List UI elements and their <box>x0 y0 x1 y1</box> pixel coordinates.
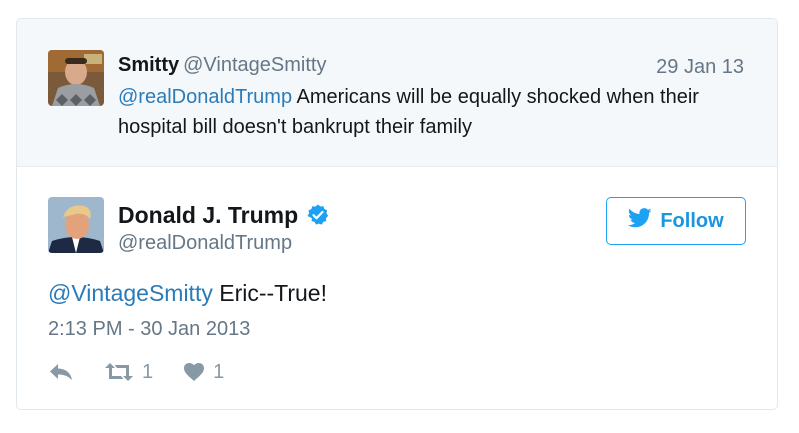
retweet-count: 1 <box>142 360 154 383</box>
parent-author-handle[interactable]: @VintageSmitty <box>183 54 326 76</box>
parent-tweet[interactable]: Smitty @VintageSmitty 29 Jan 13 @realDona… <box>17 19 777 167</box>
main-avatar[interactable] <box>48 197 104 253</box>
parent-author-name[interactable]: Smitty <box>118 54 179 76</box>
like-button[interactable]: 1 <box>183 361 224 384</box>
main-tweet-text: @VintageSmitty Eric--True! <box>48 278 327 308</box>
main-author-name[interactable]: Donald J. Trump <box>118 202 298 229</box>
parent-avatar[interactable] <box>48 50 104 106</box>
twitter-bird-icon <box>628 208 652 234</box>
heart-icon <box>183 362 205 382</box>
follow-button[interactable]: Follow <box>606 197 746 245</box>
retweet-button[interactable]: 1 <box>104 361 153 384</box>
parent-author-line: Smitty @VintageSmitty <box>118 53 326 77</box>
parent-tweet-text: @realDonaldTrump Americans will be equal… <box>118 82 758 142</box>
parent-tweet-date[interactable]: 29 Jan 13 <box>656 55 744 79</box>
like-count: 1 <box>213 360 225 383</box>
reply-icon <box>48 362 74 382</box>
verified-badge-icon <box>306 203 330 227</box>
main-author-handle[interactable]: @realDonaldTrump <box>118 231 292 255</box>
main-tweet-timestamp[interactable]: 2:13 PM - 30 Jan 2013 <box>48 317 250 341</box>
follow-button-label: Follow <box>660 209 724 232</box>
reply-button[interactable] <box>48 362 74 382</box>
main-tweet-body: Eric--True! <box>212 280 327 306</box>
retweet-icon <box>104 362 134 382</box>
tweet-actions: 1 1 <box>48 359 224 385</box>
tweet-card: Smitty @VintageSmitty 29 Jan 13 @realDona… <box>16 18 778 410</box>
main-mention-link[interactable]: @VintageSmitty <box>48 280 213 306</box>
main-author-row: Donald J. Trump <box>118 201 330 229</box>
parent-mention-link[interactable]: @realDonaldTrump <box>118 86 292 108</box>
